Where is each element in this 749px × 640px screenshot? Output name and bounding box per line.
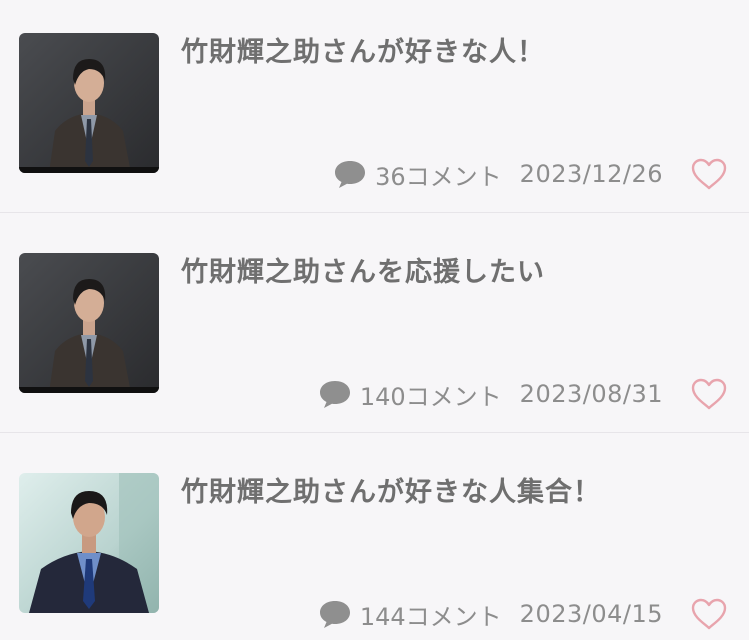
heart-outline-icon[interactable] (691, 158, 727, 190)
comment-count: 144コメント (359, 602, 502, 631)
topic-title[interactable]: 竹財輝之助さんを応援したい (181, 250, 545, 289)
topic-thumbnail[interactable] (19, 33, 159, 173)
speech-bubble-icon (319, 601, 350, 628)
comment-count: 36コメント (375, 162, 502, 191)
topic-list-item[interactable]: 竹財輝之助さんを応援したい 140コメント 2023/08/31 (0, 214, 749, 433)
topic-thumbnail[interactable] (19, 253, 159, 393)
person-photo-image (19, 473, 159, 613)
topic-date: 2023/12/26 (519, 160, 663, 188)
topic-list: 竹財輝之助さんが好きな人！ 36コメント 2023/12/26 竹財輝之助さんを… (0, 0, 749, 640)
topic-date: 2023/08/31 (519, 380, 663, 408)
topic-list-item[interactable]: 竹財輝之助さんが好きな人！ 36コメント 2023/12/26 (0, 0, 749, 213)
topic-meta: 144コメント 2023/04/15 (318, 596, 663, 632)
topic-title[interactable]: 竹財輝之助さんが好きな人集合！ (181, 470, 601, 509)
topic-title[interactable]: 竹財輝之助さんが好きな人！ (181, 30, 545, 69)
topic-meta: 36コメント 2023/12/26 (333, 156, 663, 192)
heart-outline-icon[interactable] (691, 598, 727, 630)
speech-bubble-icon (319, 381, 350, 408)
person-photo-image (19, 253, 159, 393)
person-photo-image (19, 33, 159, 173)
topic-list-item[interactable]: 竹財輝之助さんが好きな人集合！ 144コメント 2023/04/15 (0, 434, 749, 640)
heart-outline-icon[interactable] (691, 378, 727, 410)
comment-count: 140コメント (359, 382, 502, 411)
speech-bubble-icon (335, 161, 366, 188)
topic-thumbnail[interactable] (19, 473, 159, 613)
topic-meta: 140コメント 2023/08/31 (318, 376, 663, 412)
topic-date: 2023/04/15 (519, 600, 663, 628)
